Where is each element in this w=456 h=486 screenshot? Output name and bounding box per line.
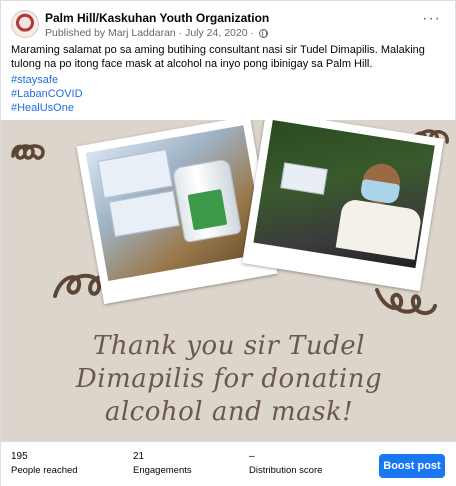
hashtag-link[interactable]: #HealUsOne — [11, 101, 83, 115]
stat-label: People reached — [11, 465, 78, 476]
post-insights-bar: 195 People reached 21 Engagements – Dist… — [1, 441, 456, 486]
polaroid-photo — [76, 120, 278, 305]
thanks-text: Dimapilis for donating — [75, 364, 383, 394]
hashtag-link[interactable]: #staysafe — [11, 73, 83, 87]
stat-value: – — [249, 451, 255, 462]
hashtag-link[interactable]: #LabanCOVID — [11, 87, 83, 101]
distribution-score-stat[interactable]: – Distribution score — [249, 451, 322, 477]
post-meta: Published by Marj Laddaran · July 24, 20… — [45, 27, 268, 39]
person-shirt — [335, 198, 423, 260]
engagements-stat[interactable]: 21 Engagements — [133, 451, 192, 477]
meta-separator: · — [250, 27, 254, 40]
alcohol-jug — [171, 158, 242, 244]
post-header: Palm Hill/Kaskuhan Youth Organization Pu… — [11, 9, 447, 39]
stat-value: 21 — [133, 451, 145, 462]
stat-label: Distribution score — [249, 465, 323, 476]
post-date-link[interactable]: July 24, 2020 — [185, 27, 247, 39]
more-horizontal-icon[interactable]: ··· — [422, 11, 441, 27]
mask-box — [97, 148, 173, 199]
published-by-text[interactable]: Published by Marj Laddaran — [45, 27, 176, 39]
post-card: Palm Hill/Kaskuhan Youth Organization Pu… — [0, 0, 456, 486]
post-caption: Maraming salamat po sa aming butihing co… — [11, 44, 425, 70]
donation-photo — [85, 125, 266, 282]
swirl-decoration — [11, 144, 45, 160]
people-reached-stat[interactable]: 195 People reached — [11, 451, 78, 477]
boost-post-button[interactable]: Boost post — [379, 454, 445, 478]
page-avatar[interactable] — [11, 10, 39, 38]
jug-label — [187, 189, 228, 231]
page-name-link[interactable]: Palm Hill/Kaskuhan Youth Organization — [45, 11, 269, 25]
meta-separator: · — [178, 27, 183, 40]
stat-value: 195 — [11, 451, 28, 462]
mask-box — [280, 162, 328, 195]
polaroid-photo — [242, 120, 444, 292]
globe-icon — [258, 28, 268, 38]
recipient-photo — [253, 120, 435, 269]
hashtag-list: #staysafe #LabanCOVID #HealUsOne — [11, 73, 83, 115]
thanks-text: Thank you sir Tudel — [93, 331, 365, 361]
mask-box — [108, 190, 180, 238]
stat-label: Engagements — [133, 465, 192, 476]
thanks-text: alcohol and mask! — [104, 397, 354, 427]
post-image[interactable]: Thank you sir Tudel Dimapilis for donati… — [1, 120, 456, 441]
